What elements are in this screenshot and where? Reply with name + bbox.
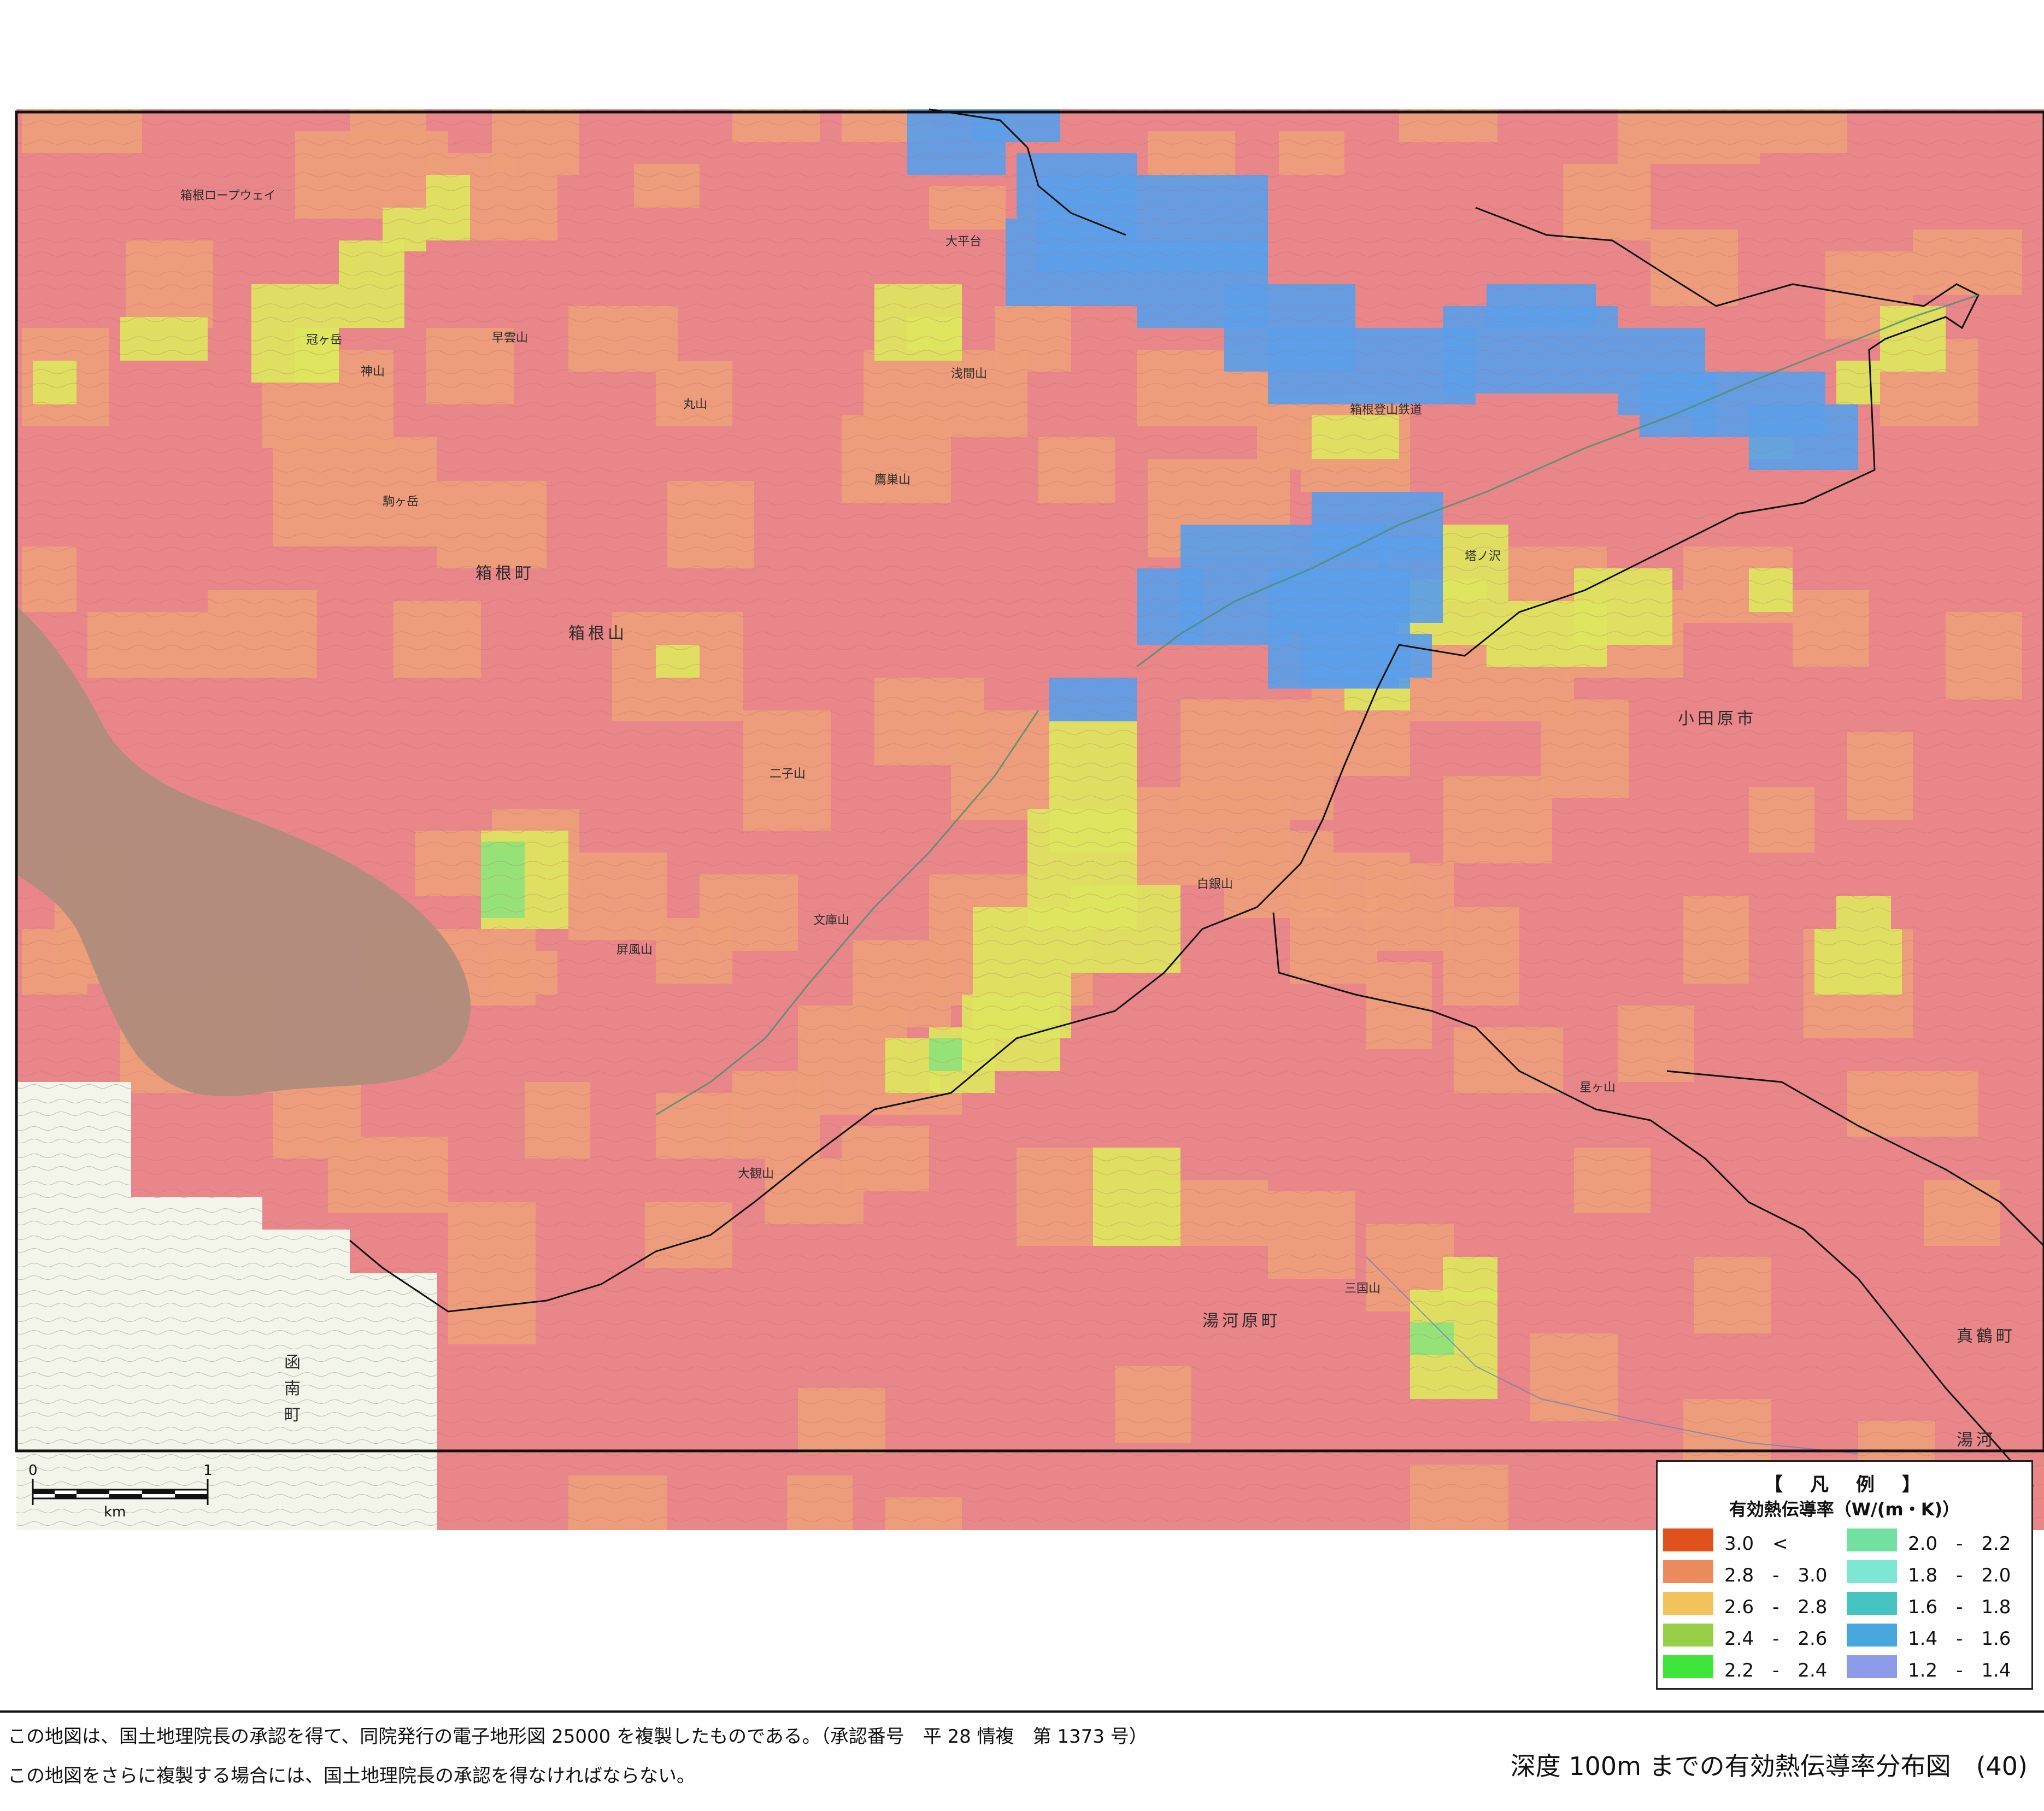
legend-item: 1.2 - 1.4 <box>1847 1653 2022 1681</box>
legend-label: 2.6 - 2.8 <box>1724 1596 1828 1618</box>
scale-bar: 0 1 km <box>22 1462 240 1522</box>
place-label-ohira: 大平台 <box>945 235 982 249</box>
place-label-mikuni: 三国山 <box>1344 1282 1381 1296</box>
place-label-hoshigayama: 星ヶ山 <box>1579 1081 1616 1095</box>
place-label-shirogane: 白銀山 <box>1197 878 1234 891</box>
place-label-asama: 浅間山 <box>951 367 988 381</box>
legend-swatch <box>1663 1624 1713 1647</box>
place-label-ropeway: 箱根ロープウェイ <box>180 189 276 203</box>
place-label-odawara: 小田原市 <box>1678 709 1757 728</box>
place-label-tozan-railway: 箱根登山鉄道 <box>1350 403 1423 417</box>
legend-item: 2.6 - 2.8 <box>1663 1590 1838 1618</box>
place-label-futagoyama: 二子山 <box>770 767 806 781</box>
legend-item: 1.8 - 2.0 <box>1847 1558 2022 1586</box>
legend-swatch <box>1663 1528 1713 1551</box>
legend-item: 2.0 - 2.2 <box>1847 1526 2022 1555</box>
legend-item: 2.4 - 2.6 <box>1663 1621 1838 1650</box>
legend-title: 【 凡 例 】 <box>1764 1474 1925 1496</box>
scale-one: 1 <box>203 1462 213 1479</box>
place-label-tonosawa: 塔ノ沢 <box>1465 550 1501 563</box>
legend-label: 2.4 - 2.6 <box>1724 1628 1828 1650</box>
scale-unit: km <box>104 1504 126 1520</box>
place-label-sounzan: 早雲山 <box>492 331 528 345</box>
place-label-yugawara: 湯河原町 <box>1202 1312 1281 1331</box>
place-label-kannami: 函南町 <box>284 1353 301 1425</box>
place-label-kanmurigatake: 冠ヶ岳 <box>306 333 343 347</box>
legend-item: 2.2 - 2.4 <box>1663 1653 1838 1681</box>
footer-divider <box>0 1710 2044 1713</box>
place-label-byobuyama: 屏風山 <box>616 943 653 957</box>
legend-label: 1.4 - 1.6 <box>1908 1628 2011 1650</box>
legend-item: 1.6 - 1.8 <box>1847 1590 2022 1618</box>
legend-item: 1.4 - 1.6 <box>1847 1621 2022 1650</box>
legend-label: 1.8 - 2.0 <box>1908 1565 2011 1586</box>
legend-swatch <box>1663 1592 1713 1615</box>
place-label-kamiyama: 神山 <box>361 365 385 379</box>
figure-title: 深度 100m までの有効熱伝導率分布図 (40) <box>1510 1751 2028 1781</box>
place-label-bunkozan: 文庫山 <box>813 914 850 927</box>
legend-swatch <box>1847 1624 1897 1647</box>
legend-label: 2.0 - 2.2 <box>1908 1533 2011 1555</box>
legend-label: 2.8 - 3.0 <box>1724 1565 1828 1586</box>
footer-note-approval: この地図は、国土地理院長の承認を得て、同院発行の電子地形図 25000 を複製し… <box>8 1726 1148 1748</box>
legend-label: 3.0 < <box>1724 1533 1788 1555</box>
legend-label: 2.2 - 2.4 <box>1724 1660 1828 1681</box>
place-label-manazuru: 真鶴町 <box>1957 1327 2016 1346</box>
legend-swatch <box>1847 1528 1897 1551</box>
legend-item: 3.0 < <box>1663 1526 1838 1555</box>
legend-item: 2.8 - 3.0 <box>1663 1558 1838 1586</box>
place-label-maruyama: 丸山 <box>683 398 708 411</box>
legend-swatch <box>1847 1560 1897 1583</box>
place-label-hakonesan: 箱根山 <box>568 624 627 643</box>
place-label-komagatake: 駒ヶ岳 <box>383 495 419 509</box>
place-label-hakone-town: 箱根町 <box>475 564 535 583</box>
legend-label: 1.6 - 1.8 <box>1908 1596 2011 1618</box>
legend-swatch <box>1663 1655 1713 1678</box>
legend-swatch <box>1847 1592 1897 1615</box>
legend-label: 1.2 - 1.4 <box>1908 1660 2011 1681</box>
place-label-taikanzan: 大観山 <box>738 1167 774 1181</box>
legend-subtitle: 有効熱伝導率（W/(m・K)） <box>1729 1499 1960 1520</box>
legend-swatch <box>1847 1655 1897 1678</box>
legend-swatch <box>1663 1560 1713 1583</box>
legend-box: 【 凡 例 】 有効熱伝導率（W/(m・K)） 3.0 < 2.8 - 3.0 2.… <box>1656 1460 2033 1690</box>
place-label-takanosuyama: 鷹巣山 <box>874 473 911 487</box>
footer-note-reproduction: この地図をさらに複製する場合には、国土地理院長の承認を得なければならない。 <box>8 1765 695 1787</box>
place-label-yugawara-edge: 湯河 <box>1957 1431 1996 1450</box>
map-figure: 箱根町 箱根山 小田原市 湯河原町 函南町 真鶴町 湯河 神山 屏風山 二子山 … <box>0 0 2044 1811</box>
scale-zero: 0 <box>28 1462 38 1479</box>
